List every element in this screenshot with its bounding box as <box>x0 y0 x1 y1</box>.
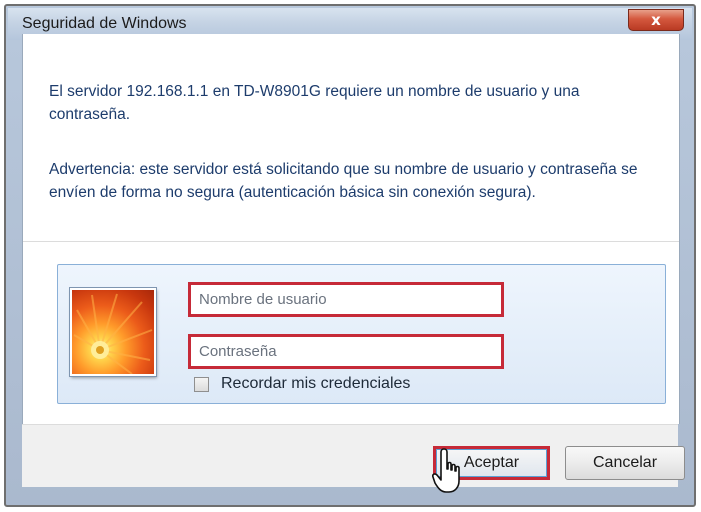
close-icon: x <box>651 11 661 29</box>
remember-row[interactable]: Recordar mis credenciales <box>194 375 410 393</box>
credentials-panel: Recordar mis credenciales <box>57 264 666 404</box>
divider <box>23 241 679 242</box>
username-input[interactable] <box>188 282 504 317</box>
password-input[interactable] <box>188 334 504 369</box>
server-message: El servidor 192.168.1.1 en TD-W8901G req… <box>49 83 580 123</box>
remember-label[interactable]: Recordar mis credenciales <box>221 375 410 393</box>
cancel-button[interactable]: Cancelar <box>565 446 685 480</box>
hand-pointer-icon <box>432 448 460 493</box>
dialog-content: El servidor 192.168.1.1 en TD-W8901G req… <box>22 34 680 424</box>
flower-avatar-icon <box>70 288 156 376</box>
button-bar: Aceptar Cancelar <box>22 424 685 487</box>
remember-checkbox[interactable] <box>194 376 209 392</box>
window-title: Seguridad de Windows <box>22 15 187 32</box>
warning-message: Advertencia: este servidor está solicita… <box>49 161 638 201</box>
close-button[interactable]: x <box>628 9 684 31</box>
